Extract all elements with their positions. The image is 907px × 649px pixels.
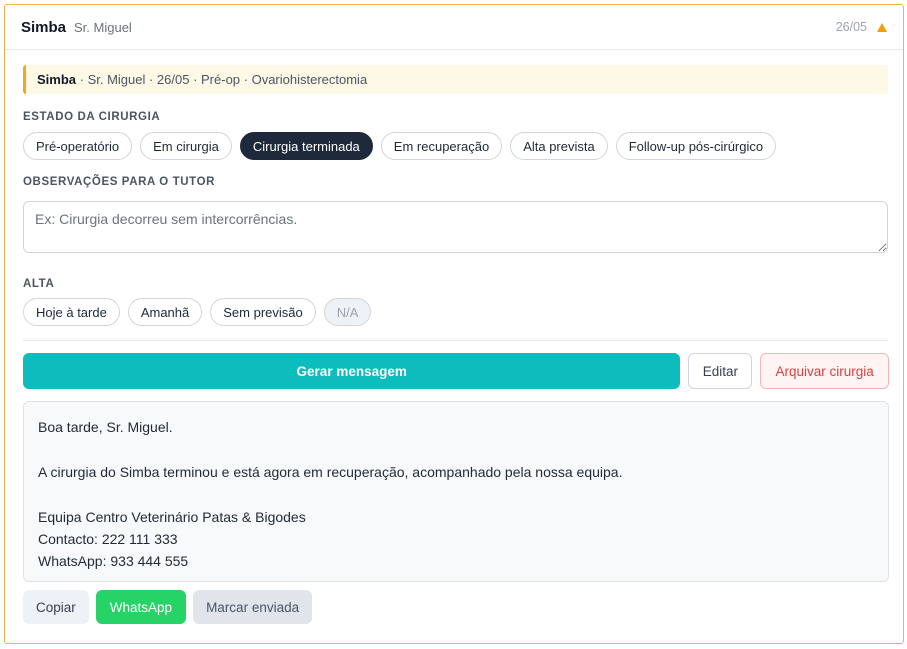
observations-label: OBSERVAÇÕES PARA O TUTOR xyxy=(23,176,216,188)
message-line: Contacto: 222 111 333 xyxy=(38,531,178,547)
discharge-chips: Hoje à tarde Amanhã Sem previsão N/A xyxy=(23,298,889,326)
whatsapp-button[interactable]: WhatsApp xyxy=(95,590,187,624)
section-divider xyxy=(23,340,888,341)
discharge-label: ALTA xyxy=(23,278,55,290)
surgery-state-chip[interactable]: Em recuperação xyxy=(380,132,503,160)
surgery-state-chip[interactable]: Cirurgia terminada xyxy=(239,132,373,160)
banner-details: · Sr. Miguel · 26/05 · Pré-op · Ovariohi… xyxy=(76,72,368,87)
message-line xyxy=(38,483,874,505)
surgery-card: Simba Sr. Miguel 26/05 Simba · Sr. Migue… xyxy=(4,4,904,644)
discharge-chip[interactable]: N/A xyxy=(323,298,372,326)
edit-button[interactable]: Editar xyxy=(688,353,753,389)
observations-input[interactable] xyxy=(23,201,888,253)
message-line xyxy=(38,438,874,460)
surgery-state-label: ESTADO DA CIRURGIA xyxy=(23,111,161,123)
action-row: Gerar mensagem Editar Arquivar cirurgia xyxy=(23,353,889,389)
card-body: Simba · Sr. Miguel · 26/05 · Pré-op · Ov… xyxy=(5,65,903,624)
surgery-state-chip[interactable]: Alta prevista xyxy=(510,132,608,160)
message-preview: Boa tarde, Sr. Miguel. A cirurgia do Simb… xyxy=(23,401,889,582)
card-header[interactable]: Simba Sr. Miguel 26/05 xyxy=(5,5,903,50)
message-line: Boa tarde, Sr. Miguel. xyxy=(38,419,173,435)
header-date: 26/05 xyxy=(835,20,867,34)
surgery-state-chip[interactable]: Follow-up pós-cirúrgico xyxy=(615,132,777,160)
info-banner: Simba · Sr. Miguel · 26/05 · Pré-op · Ov… xyxy=(23,65,888,94)
archive-surgery-button[interactable]: Arquivar cirurgia xyxy=(760,353,889,389)
message-actions: Copiar WhatsApp Marcar enviada xyxy=(23,590,889,624)
banner-patient-name: Simba xyxy=(37,72,77,87)
generate-message-button[interactable]: Gerar mensagem xyxy=(23,353,681,389)
surgery-state-chip[interactable]: Pré-operatório xyxy=(23,132,133,160)
discharge-chip[interactable]: Sem previsão xyxy=(210,298,316,326)
discharge-chip[interactable]: Amanhã xyxy=(127,298,203,326)
mark-sent-button[interactable]: Marcar enviada xyxy=(193,590,313,624)
copy-button[interactable]: Copiar xyxy=(23,590,89,624)
discharge-chip[interactable]: Hoje à tarde xyxy=(23,298,120,326)
owner-name: Sr. Miguel xyxy=(74,19,132,35)
message-line: Equipa Centro Veterinário Patas & Bigode… xyxy=(38,508,306,525)
collapse-triangle-icon[interactable] xyxy=(877,22,887,32)
message-line: A cirurgia do Simba terminou e está agor… xyxy=(38,463,623,480)
message-line: WhatsApp: 933 444 555 xyxy=(38,553,189,570)
surgery-state-chip[interactable]: Em cirurgia xyxy=(140,132,232,160)
patient-name: Simba xyxy=(21,18,67,36)
surgery-state-chips: Pré-operatório Em cirurgia Cirurgia termin… xyxy=(23,132,889,160)
